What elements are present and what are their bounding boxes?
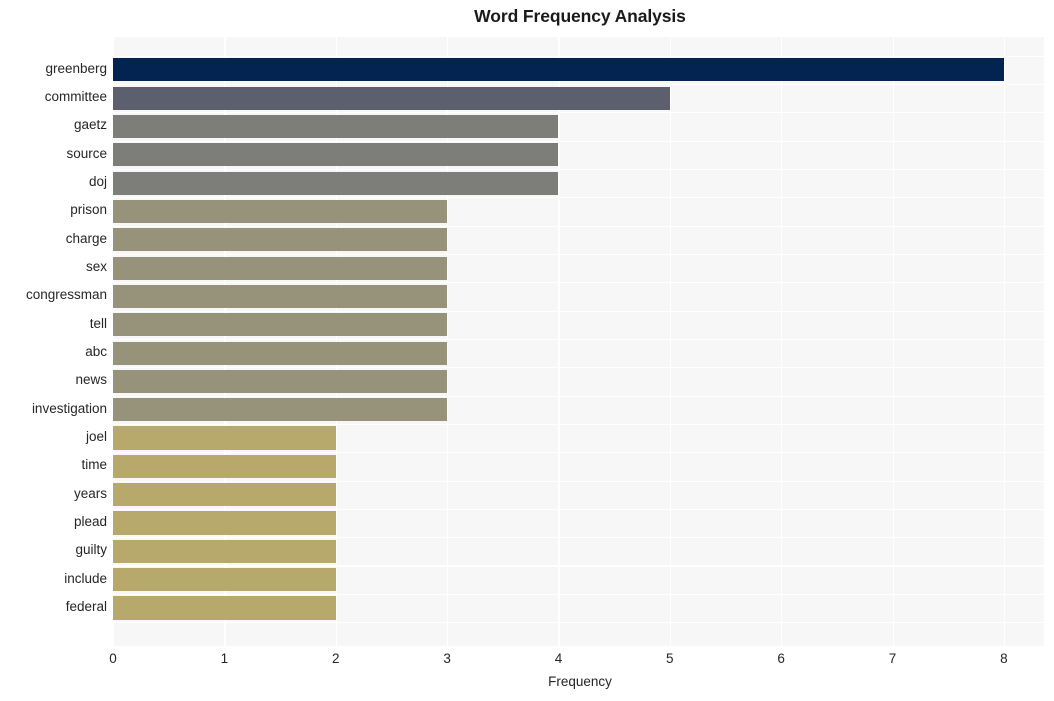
bar-doj[interactable] xyxy=(113,171,559,195)
x-axis-title: Frequency xyxy=(548,674,612,689)
bar-prison[interactable] xyxy=(113,199,448,223)
bar-tell[interactable] xyxy=(113,313,448,337)
x-tick-label-4: 4 xyxy=(554,651,563,666)
horizontal-gridline-8 xyxy=(113,282,1044,284)
y-tick-label-charge: charge xyxy=(65,230,107,246)
horizontal-gridline-18 xyxy=(113,565,1044,567)
x-tick-label-0: 0 xyxy=(109,651,117,666)
vertical-gridline-8 xyxy=(1003,37,1006,646)
horizontal-gridline-17 xyxy=(113,537,1044,539)
bar-federal[interactable] xyxy=(113,596,336,620)
bar-congressman[interactable] xyxy=(113,284,448,308)
bar-guilty[interactable] xyxy=(113,539,336,563)
y-tick-label-federal: federal xyxy=(65,598,107,614)
y-tick-label-gaetz: gaetz xyxy=(73,117,107,133)
bar-abc[interactable] xyxy=(113,341,448,365)
y-tick-label-greenberg: greenberg xyxy=(45,60,107,76)
horizontal-gridline-6 xyxy=(113,225,1044,227)
x-tick-label-6: 6 xyxy=(777,651,785,666)
vertical-gridline-5 xyxy=(669,37,671,646)
bar-gaetz[interactable] xyxy=(113,114,559,138)
horizontal-gridline-19 xyxy=(113,593,1044,595)
horizontal-gridline-0 xyxy=(113,55,1044,57)
horizontal-gridline-15 xyxy=(113,480,1044,482)
bar-sex[interactable] xyxy=(113,256,448,280)
y-tick-label-abc: abc xyxy=(85,344,107,360)
bar-committee[interactable] xyxy=(113,86,670,110)
x-tick-label-2: 2 xyxy=(331,651,340,666)
y-tick-label-tell: tell xyxy=(89,315,107,331)
x-tick-label-7: 7 xyxy=(888,651,897,666)
horizontal-gridline-16 xyxy=(113,508,1044,510)
horizontal-gridline-9 xyxy=(113,310,1044,312)
chart-title: Word Frequency Analysis xyxy=(474,6,686,26)
horizontal-gridline-7 xyxy=(113,253,1044,255)
x-tick-label-3: 3 xyxy=(443,651,451,666)
y-tick-label-investigation: investigation xyxy=(31,400,107,416)
vertical-gridline-7 xyxy=(892,37,894,646)
horizontal-gridline-12 xyxy=(113,395,1044,397)
horizontal-gridline-10 xyxy=(113,338,1044,340)
y-tick-label-committee: committee xyxy=(44,89,107,105)
bar-include[interactable] xyxy=(113,568,336,592)
horizontal-gridline-5 xyxy=(113,197,1044,199)
horizontal-gridline-14 xyxy=(113,452,1044,454)
y-tick-label-years: years xyxy=(73,485,107,501)
y-tick-label-time: time xyxy=(81,457,107,473)
bar-investigation[interactable] xyxy=(113,398,448,422)
y-tick-label-joel: joel xyxy=(85,429,107,445)
x-tick-label-8: 8 xyxy=(1000,651,1008,666)
y-tick-label-sex: sex xyxy=(85,259,107,275)
horizontal-gridline-13 xyxy=(113,423,1044,425)
horizontal-gridline-3 xyxy=(113,140,1044,142)
horizontal-gridline-4 xyxy=(113,168,1044,171)
bar-charge[interactable] xyxy=(113,228,448,252)
vertical-gridline-6 xyxy=(781,37,783,646)
horizontal-gridline-20 xyxy=(113,622,1044,624)
y-tick-label-guilty: guilty xyxy=(75,542,107,558)
bar-source[interactable] xyxy=(113,143,559,167)
bar-years[interactable] xyxy=(113,483,336,507)
bar-plead[interactable] xyxy=(113,511,336,535)
x-tick-label-1: 1 xyxy=(220,651,229,666)
bar-greenberg[interactable] xyxy=(113,58,1004,82)
bar-joel[interactable] xyxy=(113,426,336,450)
vertical-gridline-4 xyxy=(558,37,560,646)
y-tick-label-congressman: congressman xyxy=(25,287,107,303)
y-tick-label-doj: doj xyxy=(88,174,107,190)
horizontal-gridline-11 xyxy=(113,367,1044,369)
y-tick-label-include: include xyxy=(64,570,107,586)
word-frequency-chart: Word Frequency Analysis greenberg committ… xyxy=(0,0,1054,701)
y-tick-label-source: source xyxy=(66,145,107,161)
y-tick-label-plead: plead xyxy=(73,513,107,529)
bar-news[interactable] xyxy=(113,369,448,393)
horizontal-gridline-1 xyxy=(113,83,1044,86)
y-tick-label-prison: prison xyxy=(70,202,107,218)
plot-area xyxy=(113,37,1044,646)
bar-time[interactable] xyxy=(113,454,336,478)
horizontal-gridline-2 xyxy=(113,112,1044,114)
y-tick-label-news: news xyxy=(75,372,107,388)
x-tick-label-5: 5 xyxy=(666,651,674,666)
